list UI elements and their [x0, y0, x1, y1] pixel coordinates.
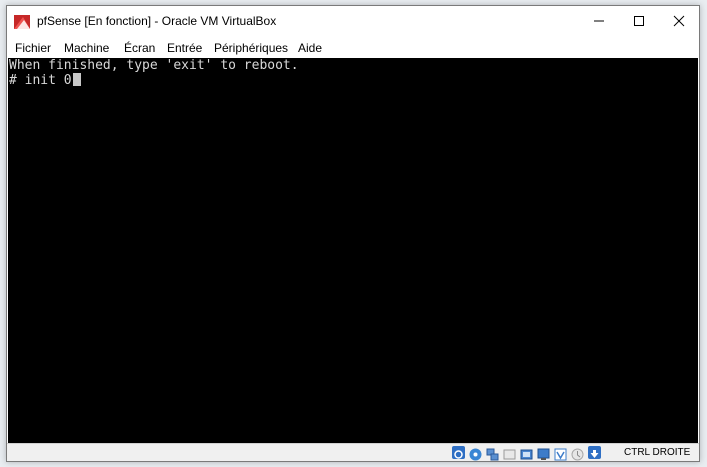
title-bar[interactable]: pfSense [En fonction] - Oracle VM Virtua…: [7, 6, 699, 36]
host-key-label[interactable]: CTRL DROITE: [624, 447, 690, 458]
virtualbox-window: pfSense [En fonction] - Oracle VM Virtua…: [6, 5, 700, 462]
optical-drive-icon[interactable]: [469, 446, 482, 461]
status-bar: CTRL DROITE: [7, 443, 699, 461]
vm-console-screen[interactable]: When finished, type 'exit' to reboot. # …: [8, 58, 698, 443]
close-button[interactable]: [659, 6, 699, 36]
shared-folders-icon[interactable]: [520, 446, 533, 460]
menu-peripheriques[interactable]: Périphériques: [214, 41, 288, 55]
console-prompt-line: # init 0: [9, 73, 81, 88]
close-icon: [673, 15, 685, 27]
keyboard-capture-icon[interactable]: [588, 446, 601, 459]
minimize-button[interactable]: [579, 6, 619, 36]
virtualbox-app-icon: [14, 15, 30, 29]
maximize-icon: [634, 16, 644, 26]
menu-ecran[interactable]: Écran: [124, 41, 155, 55]
menu-machine[interactable]: Machine: [64, 41, 109, 55]
menu-aide[interactable]: Aide: [298, 41, 322, 55]
menu-fichier[interactable]: Fichier: [15, 41, 51, 55]
mouse-integration-icon[interactable]: [571, 446, 584, 461]
maximize-button[interactable]: [619, 6, 659, 36]
display-icon[interactable]: [537, 446, 550, 460]
minimize-icon: [594, 20, 604, 22]
hard-disk-icon[interactable]: [452, 446, 465, 459]
video-capture-icon[interactable]: [554, 446, 567, 461]
console-command: # init 0: [9, 73, 72, 88]
usb-icon[interactable]: [503, 446, 516, 460]
window-title: pfSense [En fonction] - Oracle VM Virtua…: [37, 14, 277, 28]
menu-entree[interactable]: Entrée: [167, 41, 202, 55]
text-cursor: [72, 73, 81, 86]
menu-bar: Fichier Machine Écran Entrée Périphériqu…: [7, 38, 699, 57]
network-icon[interactable]: [486, 446, 499, 461]
console-line: When finished, type 'exit' to reboot.: [9, 58, 299, 73]
